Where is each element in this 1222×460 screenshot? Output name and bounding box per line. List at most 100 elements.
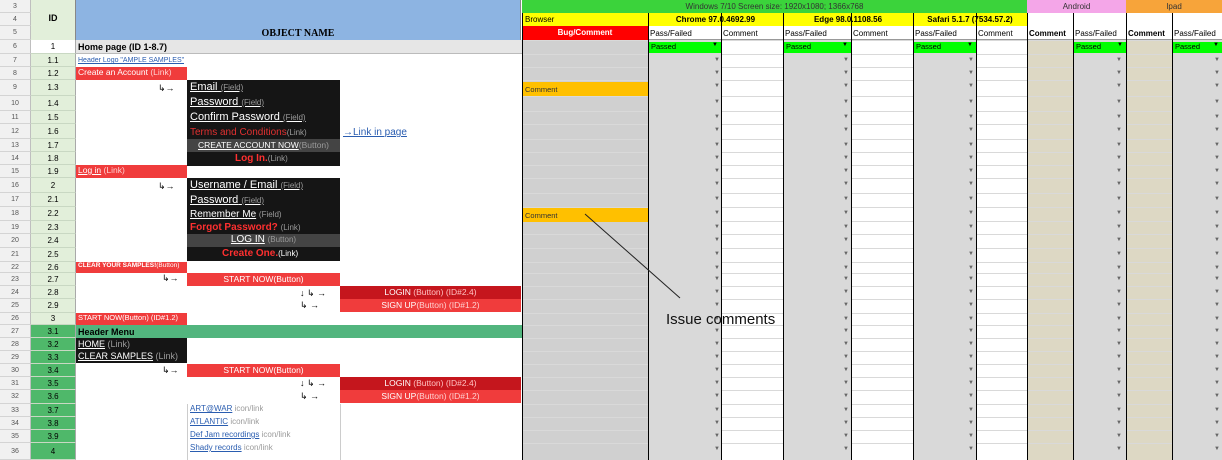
dropdown-arrow-icon[interactable]: ▼ — [843, 127, 849, 133]
dropdown-arrow-icon[interactable]: ▼ — [843, 70, 849, 76]
row-number[interactable]: 15 — [0, 165, 31, 178]
dropdown-arrow-icon[interactable]: ▼ — [714, 251, 720, 257]
comment-cell-1[interactable]: Comment — [523, 82, 648, 96]
dropdown-arrow-icon[interactable]: ▼ — [968, 367, 974, 373]
signup-red-button[interactable]: SIGN UP(Button) (ID#1.2) — [340, 299, 521, 312]
dropdown-arrow-icon[interactable]: ▼ — [714, 407, 720, 413]
row-number[interactable]: 33 — [0, 404, 31, 417]
dropdown-arrow-icon[interactable]: ▼ — [714, 276, 720, 282]
dropdown-arrow-icon[interactable]: ▼ — [1116, 433, 1122, 439]
dropdown-arrow-icon[interactable]: ▼ — [1214, 168, 1220, 174]
dropdown-arrow-icon[interactable]: ▼ — [843, 276, 849, 282]
dropdown-arrow-icon[interactable]: ▼ — [968, 196, 974, 202]
link-in-page[interactable]: →Link in page — [343, 127, 407, 138]
dropdown-arrow-icon[interactable]: ▼ — [843, 83, 849, 89]
row-number[interactable]: 31 — [0, 377, 31, 390]
dropdown-arrow-icon[interactable]: ▼ — [843, 302, 849, 308]
row-number[interactable]: 23 — [0, 273, 31, 286]
row-number[interactable]: 13 — [0, 139, 31, 152]
clear-samples-link[interactable]: CLEAR SAMPLES (Link) — [78, 351, 178, 361]
dropdown-arrow-icon[interactable]: ▼ — [968, 114, 974, 120]
dropdown-arrow-icon[interactable]: ▼ — [1214, 127, 1220, 133]
dropdown-arrow-icon[interactable]: ▼ — [714, 367, 720, 373]
dropdown-arrow-icon[interactable]: ▼ — [1116, 181, 1122, 187]
dropdown-arrow-icon[interactable]: ▼ — [1116, 224, 1122, 230]
dropdown-arrow-icon[interactable]: ▼ — [1214, 433, 1220, 439]
dropdown-arrow-icon[interactable]: ▼ — [1214, 380, 1220, 386]
dropdown-arrow-icon[interactable]: ▼ — [1116, 341, 1122, 347]
dropdown-arrow-icon[interactable]: ▼ — [1214, 407, 1220, 413]
dropdown-arrow-icon[interactable]: ▼ — [1214, 367, 1220, 373]
dropdown-arrow-icon[interactable]: ▼ — [1214, 224, 1220, 230]
dropdown-arrow-icon[interactable]: ▼ — [714, 83, 720, 89]
android-passed-select[interactable]: Passed ▼ — [1074, 42, 1126, 53]
dropdown-arrow-icon[interactable]: ▼ — [843, 99, 849, 105]
dropdown-arrow-icon[interactable]: ▼ — [968, 265, 974, 271]
dropdown-arrow-icon[interactable]: ▼ — [1214, 57, 1220, 63]
ipad-passed-select[interactable]: Passed ▼ — [1173, 42, 1222, 53]
dropdown-arrow-icon[interactable]: ▼ — [1214, 237, 1220, 243]
dropdown-arrow-icon[interactable]: ▼ — [714, 168, 720, 174]
login-red-button-2[interactable]: LOGIN (Button) (ID#2.4) — [340, 377, 521, 390]
dropdown-arrow-icon[interactable]: ▼ — [1214, 420, 1220, 426]
dropdown-arrow-icon[interactable]: ▼ — [968, 316, 974, 322]
row-number[interactable]: 21 — [0, 248, 31, 262]
dropdown-arrow-icon[interactable]: ▼ — [968, 237, 974, 243]
dropdown-arrow-icon[interactable]: ▼ — [1116, 196, 1122, 202]
login-red-button[interactable]: LOGIN (Button) (ID#2.4) — [340, 286, 521, 299]
dropdown-arrow-icon[interactable]: ▼ — [843, 265, 849, 271]
row-number[interactable]: 27 — [0, 325, 31, 338]
dropdown-arrow-icon[interactable]: ▼ — [1214, 328, 1220, 334]
dropdown-arrow-icon[interactable]: ▼ — [714, 354, 720, 360]
terms-link[interactable]: Terms and Conditions(Link) — [190, 127, 307, 138]
dropdown-arrow-icon[interactable]: ▼ — [968, 251, 974, 257]
dropdown-arrow-icon[interactable]: ▼ — [714, 196, 720, 202]
dropdown-arrow-icon[interactable]: ▼ — [714, 393, 720, 399]
row-number[interactable]: 32 — [0, 390, 31, 404]
dropdown-arrow-icon[interactable]: ▼ — [1116, 289, 1122, 295]
dropdown-arrow-icon[interactable]: ▼ — [1214, 196, 1220, 202]
dropdown-arrow-icon[interactable]: ▼ — [1116, 265, 1122, 271]
dropdown-arrow-icon[interactable]: ▼ — [968, 446, 974, 452]
dropdown-arrow-icon[interactable]: ▼ — [714, 265, 720, 271]
dropdown-arrow-icon[interactable]: ▼ — [714, 446, 720, 452]
row-number[interactable]: 25 — [0, 299, 31, 313]
dropdown-arrow-icon[interactable]: ▼ — [843, 341, 849, 347]
dropdown-arrow-icon[interactable]: ▼ — [968, 70, 974, 76]
dropdown-arrow-icon[interactable]: ▼ — [1116, 168, 1122, 174]
email-field[interactable]: Email (Field) — [190, 81, 243, 93]
dropdown-arrow-icon[interactable]: ▼ — [968, 276, 974, 282]
dropdown-arrow-icon[interactable]: ▼ — [1116, 83, 1122, 89]
dropdown-arrow-icon[interactable]: ▼ — [1116, 354, 1122, 360]
dropdown-arrow-icon[interactable]: ▼ — [1116, 99, 1122, 105]
row-number[interactable]: 20 — [0, 234, 31, 248]
dropdown-arrow-icon[interactable]: ▼ — [1116, 393, 1122, 399]
dropdown-arrow-icon[interactable]: ▼ — [1116, 446, 1122, 452]
dropdown-arrow-icon[interactable]: ▼ — [843, 142, 849, 148]
dropdown-arrow-icon[interactable]: ▼ — [1116, 114, 1122, 120]
dropdown-arrow-icon[interactable]: ▼ — [843, 328, 849, 334]
password2-field[interactable]: Password (Field) — [190, 194, 264, 206]
row-number[interactable]: 4 — [0, 13, 31, 26]
atlantic-link[interactable]: ATLANTIC icon/link — [190, 417, 259, 426]
dropdown-arrow-icon[interactable]: ▼ — [1116, 328, 1122, 334]
row-number[interactable]: 28 — [0, 338, 31, 351]
dropdown-arrow-icon[interactable]: ▼ — [714, 70, 720, 76]
dropdown-arrow-icon[interactable]: ▼ — [1116, 127, 1122, 133]
dropdown-arrow-icon[interactable]: ▼ — [714, 341, 720, 347]
dropdown-arrow-icon[interactable]: ▼ — [1214, 302, 1220, 308]
dropdown-arrow-icon[interactable]: ▼ — [843, 168, 849, 174]
create-one-link[interactable]: Create One.(Link) — [222, 248, 298, 259]
row-number[interactable]: 24 — [0, 286, 31, 299]
dropdown-arrow-icon[interactable]: ▼ — [843, 224, 849, 230]
dropdown-arrow-icon[interactable]: ▼ — [843, 367, 849, 373]
row-number[interactable]: 16 — [0, 178, 31, 193]
row-number[interactable]: 10 — [0, 96, 31, 111]
row-number[interactable]: 7 — [0, 54, 31, 67]
dropdown-arrow-icon[interactable]: ▼ — [1116, 237, 1122, 243]
dropdown-arrow-icon[interactable]: ▼ — [968, 142, 974, 148]
dropdown-arrow-icon[interactable]: ▼ — [1214, 289, 1220, 295]
dropdown-arrow-icon[interactable]: ▼ — [1214, 251, 1220, 257]
row-number[interactable]: 22 — [0, 262, 31, 273]
dropdown-arrow-icon[interactable]: ▼ — [843, 57, 849, 63]
